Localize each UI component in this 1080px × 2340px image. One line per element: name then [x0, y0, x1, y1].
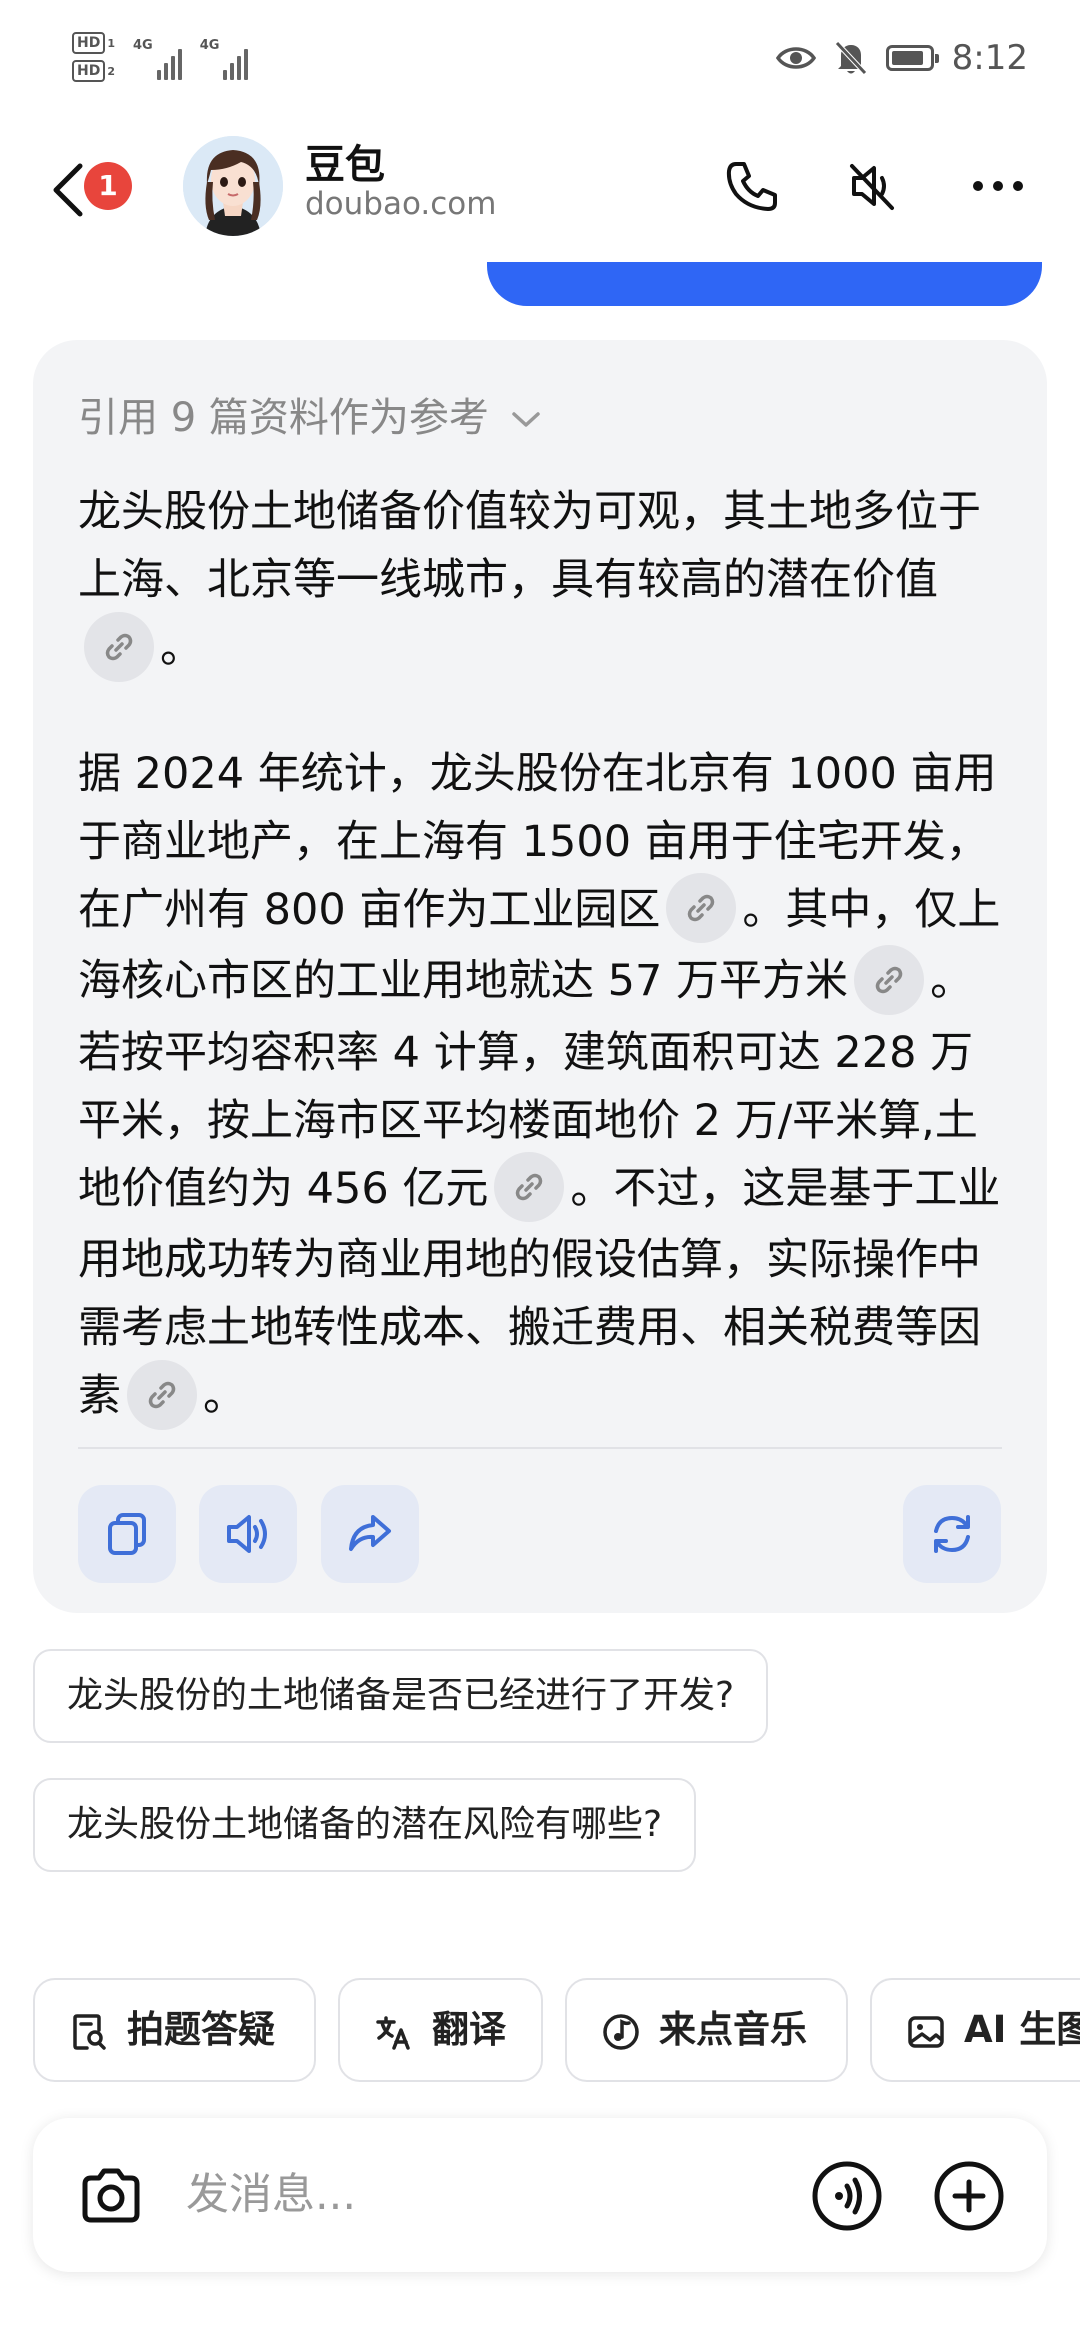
- status-bar: HD 1 HD 2 4G 4G 8:12: [0, 0, 1080, 120]
- chevron-down-icon: [511, 412, 540, 427]
- speaker-icon: [227, 1515, 267, 1553]
- quick-chip-music[interactable]: 来点音乐: [565, 1978, 848, 2082]
- sim1-indicator: HD 1: [72, 32, 115, 54]
- speaker-mute-icon[interactable]: [842, 156, 902, 216]
- citation-link-icon[interactable]: [854, 944, 925, 1015]
- battery-icon: [885, 45, 939, 71]
- citation-link-icon[interactable]: [84, 611, 154, 682]
- references-label: 引用 9 篇资料作为参考: [78, 395, 489, 441]
- more-icon[interactable]: [968, 156, 1028, 216]
- suggestion-chip[interactable]: 龙头股份的土地储备是否已经进行了开发?: [33, 1649, 769, 1743]
- search-doc-icon: [73, 2014, 106, 2050]
- copy-button[interactable]: [78, 1485, 176, 1583]
- chip-label: 来点音乐: [659, 2008, 807, 2051]
- phone-icon[interactable]: [722, 156, 782, 216]
- chip-label: 拍题答疑: [127, 2008, 275, 2051]
- share-button[interactable]: [321, 1485, 419, 1583]
- user-message-bubble[interactable]: [487, 262, 1042, 306]
- translate-icon: [376, 2016, 410, 2050]
- answer-paragraph-1: 龙头股份土地储备价值较为可观，其土地多位于上海、北京等一线城市，具有较高的潜在价…: [78, 478, 1006, 686]
- quick-chip-translate[interactable]: 翻译: [338, 1978, 543, 2082]
- image-icon: [908, 2016, 944, 2048]
- sim2-indicator: HD 2: [72, 60, 115, 82]
- signal-area: HD 1 HD 2 4G 4G: [72, 32, 249, 82]
- citation-link-icon[interactable]: [127, 1359, 197, 1430]
- chat-subtitle: doubao.com: [305, 186, 497, 222]
- bell-mute-icon: [834, 41, 867, 75]
- regenerate-icon: [934, 1515, 970, 1553]
- chat-header: 1 豆包 doubao.com: [0, 120, 1080, 250]
- eye-icon: [775, 47, 816, 69]
- voice-icon[interactable]: [811, 2160, 883, 2232]
- unread-badge: 1: [84, 162, 132, 210]
- signal-1-icon: 4G: [133, 32, 182, 80]
- music-icon: [603, 2014, 639, 2050]
- read-aloud-button[interactable]: [199, 1485, 297, 1583]
- quick-chip-photo-question[interactable]: 拍题答疑: [33, 1978, 316, 2082]
- signal-2-icon: 4G: [200, 32, 249, 80]
- citation-link-icon[interactable]: [666, 873, 737, 943]
- message-input[interactable]: 发消息...: [186, 2118, 356, 2272]
- plus-icon[interactable]: [933, 2160, 1005, 2232]
- chip-label: 翻译: [432, 2008, 506, 2051]
- message-input-bar: 发消息...: [33, 2118, 1047, 2272]
- answer-card: 引用 9 篇资料作为参考 龙头股份土地储备价值较为可观，其土地多位于上海、北京等…: [33, 340, 1047, 1613]
- back-icon[interactable]: [48, 160, 88, 220]
- citation-link-icon[interactable]: [494, 1152, 565, 1222]
- chat-title: 豆包: [305, 142, 385, 188]
- answer-text: 龙头股份土地储备价值较为可观，其土地多位于上海、北京等一线城市，具有较高的潜在价…: [78, 478, 1006, 1434]
- clock: 8:12: [951, 38, 1028, 78]
- copy-icon: [108, 1513, 146, 1555]
- references-toggle[interactable]: 引用 9 篇资料作为参考: [78, 385, 542, 443]
- suggestion-chip[interactable]: 龙头股份土地储备的潜在风险有哪些?: [33, 1778, 697, 1872]
- share-icon: [349, 1515, 391, 1551]
- divider: [78, 1447, 1002, 1449]
- chip-label: AI 生图: [964, 2008, 1080, 2051]
- quick-chip-ai-image[interactable]: AI 生图: [870, 1978, 1080, 2082]
- answer-paragraph-2: 据 2024 年统计，龙头股份在北京有 1000 亩用于商业地产，在上海有 15…: [78, 740, 1006, 1434]
- regenerate-button[interactable]: [903, 1485, 1001, 1583]
- camera-icon[interactable]: [75, 2160, 147, 2232]
- avatar[interactable]: [183, 136, 283, 236]
